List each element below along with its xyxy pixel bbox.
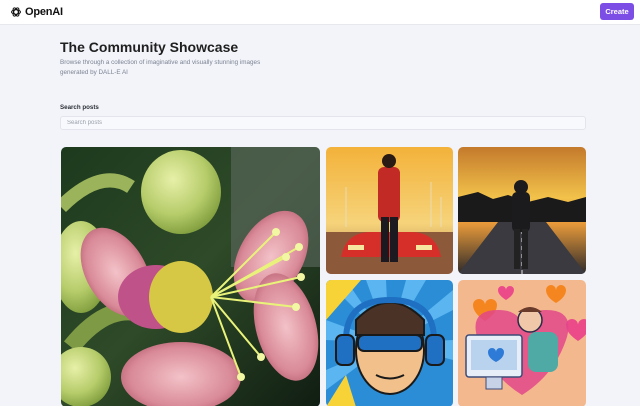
search-label: Search posts xyxy=(60,104,99,111)
comic-hero-image xyxy=(326,280,453,406)
valentine-computer-image xyxy=(458,280,586,406)
man-on-road-image xyxy=(458,147,586,274)
gallery-card-flower[interactable] xyxy=(61,147,320,406)
gallery-card-man-road-sunset[interactable] xyxy=(458,147,586,274)
flower-image xyxy=(61,147,320,406)
openai-logo-icon xyxy=(11,7,21,17)
man-with-car-image xyxy=(326,147,453,274)
gallery-card-man-red-car[interactable] xyxy=(326,147,453,274)
page-title: The Community Showcase xyxy=(60,39,239,55)
openai-logo[interactable]: OpenAI xyxy=(10,6,63,18)
brand-name: OpenAI xyxy=(25,6,63,18)
top-bar: OpenAI Create xyxy=(0,0,640,25)
gallery-card-comic-hero[interactable] xyxy=(326,280,453,406)
create-button[interactable]: Create xyxy=(600,3,634,20)
search-input[interactable] xyxy=(60,116,586,130)
page-description: Browse through a collection of imaginati… xyxy=(60,59,261,76)
gallery-card-valentine-computer[interactable] xyxy=(458,280,586,406)
